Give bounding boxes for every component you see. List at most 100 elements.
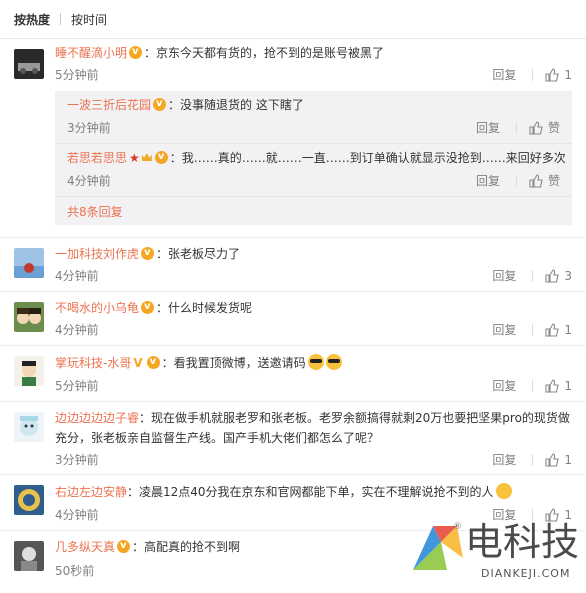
like-label: 赞	[547, 174, 560, 188]
sort-tabs: 按热度 按时间	[0, 0, 586, 39]
like-button[interactable]: 1	[545, 67, 572, 83]
reply-item: 一波三折后花园 ：没事随退货的 这下瞎了 3分钟前 回复 赞	[55, 91, 572, 144]
action-divider	[532, 270, 534, 282]
avatar[interactable]	[14, 541, 44, 571]
comment-actions: 回复 3	[492, 268, 572, 284]
tab-hot[interactable]: 按热度	[14, 11, 50, 28]
reply-button[interactable]: 回复	[492, 67, 516, 83]
thumbs-up-icon	[529, 120, 543, 135]
like-count: 1	[564, 379, 572, 393]
like-count: 1	[564, 68, 572, 82]
tab-time[interactable]: 按时间	[71, 11, 107, 28]
like-button[interactable]: 1	[545, 378, 572, 394]
sunglasses-emoji-icon	[325, 354, 342, 370]
comment-item: 边边边边边子睿：现在做手机就服老罗和张老板。老罗余额搞得就剩20万也要把坚果pr…	[0, 402, 586, 475]
comment-username[interactable]: 边边边边边子睿	[55, 411, 139, 425]
reply-text: ：我……真的……就……一直……到订单确认就显示没抢到……来回好多次	[169, 151, 566, 165]
like-label: 赞	[547, 121, 560, 135]
vip-badge-icon	[141, 245, 155, 261]
like-button[interactable]: 1	[545, 452, 572, 468]
comment-username[interactable]: 睡不醒滴小明	[55, 46, 127, 60]
avatar[interactable]	[14, 356, 44, 386]
vip-badge-icon	[141, 299, 155, 315]
comment-time: 50秒前	[55, 564, 95, 578]
comment-time: 3分钟前	[55, 453, 99, 467]
comment-username[interactable]: 几多纵天真	[55, 540, 115, 554]
comment-time: 5分钟前	[55, 379, 99, 393]
comment-text: ：什么时候发货呢	[156, 301, 253, 315]
action-divider	[515, 174, 517, 187]
crown-icon	[141, 153, 152, 161]
comment-text: ：高配真的抢不到啊	[132, 540, 241, 554]
reply-box: 一波三折后花园 ：没事随退货的 这下瞎了 3分钟前 回复 赞 若思若思思★ ：我………	[55, 91, 572, 225]
reply-line: 一波三折后花园 ：没事随退货的 这下瞎了	[67, 96, 572, 113]
comment-line: 不喝水的小乌龟 ：什么时候发货呢	[55, 299, 572, 316]
avatar[interactable]	[14, 248, 44, 278]
reply-line: 若思若思思★ ：我……真的……就……一直……到订单确认就显示没抢到……来回好多次	[67, 149, 572, 166]
like-button[interactable]: 1	[545, 322, 572, 338]
thumbs-up-icon	[545, 269, 560, 283]
comment-time: 4分钟前	[55, 508, 99, 522]
comment-line: 掌玩科技-水哥V ：看我置顶微博，送邀请码	[55, 354, 572, 371]
comment-text: ：凌晨12点40分我在京东和官网都能下单，实在不理解说抢不到的人	[127, 485, 494, 499]
reply-item: 若思若思思★：我……真的……就……一直……到订单确认就显示没抢到……来回好多次 …	[55, 144, 572, 197]
comment-actions: 回复 1	[492, 67, 572, 83]
reply-button[interactable]: 回复	[492, 378, 516, 394]
reply-username[interactable]: 若思若思思	[67, 151, 127, 165]
comment-text: ：张老板尽力了	[156, 247, 241, 261]
action-divider	[532, 454, 534, 466]
action-divider	[532, 69, 534, 81]
comment-username[interactable]: 一加科技刘作虎	[55, 247, 139, 261]
comment-time: 5分钟前	[55, 68, 99, 82]
vip-badge-icon	[129, 44, 143, 60]
reply-button[interactable]: 回复	[492, 452, 516, 468]
comment-username[interactable]: 不喝水的小乌龟	[55, 301, 139, 315]
thumbs-up-icon	[529, 173, 543, 188]
star-icon: ★	[129, 151, 140, 165]
avatar[interactable]	[14, 302, 44, 332]
vip-badge-icon	[154, 149, 168, 165]
comment-text-continued: 充分，张老板亲自监督生产线。国产手机大佬们都怎么了呢？	[55, 431, 380, 445]
reply-button[interactable]: 回复	[492, 322, 516, 338]
avatar[interactable]	[14, 412, 44, 442]
comment-item: 睡不醒滴小明 ：京东今天都有货的，抢不到的是账号被黑了 5分钟前 回复 1 一波三…	[0, 39, 586, 238]
action-divider	[532, 380, 534, 392]
reply-text: ：没事随退货的 这下瞎了	[168, 98, 304, 112]
like-count: 1	[564, 323, 572, 337]
watermark-cn-text: 电科技	[465, 520, 580, 564]
comment-text: ：京东今天都有货的，抢不到的是账号被黑了	[144, 46, 385, 60]
comment-item: 不喝水的小乌龟 ：什么时候发货呢 4分钟前 回复 1	[0, 292, 586, 346]
comment-actions: 回复 1	[492, 322, 572, 338]
comment-username[interactable]: 右边左边安静	[55, 485, 127, 499]
comment-line: 右边左边安静：凌晨12点40分我在京东和官网都能下单，实在不理解说抢不到的人	[55, 483, 572, 500]
reply-time: 3分钟前	[67, 121, 111, 135]
reply-button[interactable]: 回复	[492, 268, 516, 284]
like-button[interactable]: 3	[545, 268, 572, 284]
thumbs-up-icon	[545, 68, 560, 82]
sunglasses-emoji-icon	[307, 354, 324, 370]
laughing-emoji-icon	[495, 483, 512, 499]
avatar[interactable]	[14, 49, 44, 79]
reply-button[interactable]: 回复	[476, 172, 500, 189]
comment-line: 睡不醒滴小明 ：京东今天都有货的，抢不到的是账号被黑了	[55, 44, 572, 61]
reply-time: 4分钟前	[67, 174, 111, 188]
like-button[interactable]: 赞	[529, 172, 560, 189]
comment-text: ：现在做手机就服老罗和张老板。老罗余额搞得就剩20万也要把坚果pro的现货做	[139, 411, 570, 425]
vip-badge-icon	[146, 354, 160, 370]
more-replies-link[interactable]: 共8条回复	[67, 203, 123, 220]
comment-actions: 回复 1	[492, 452, 572, 468]
watermark-registered: ®	[453, 522, 462, 532]
reply-button[interactable]: 回复	[476, 119, 500, 136]
comment-time: 4分钟前	[55, 269, 99, 283]
watermark-en-text: DIANKEJI.COM	[481, 567, 571, 580]
comment-item: 掌玩科技-水哥V ：看我置顶微博，送邀请码 5分钟前 回复 1	[0, 346, 586, 402]
like-count: 3	[564, 269, 572, 283]
reply-actions: 回复 赞	[476, 119, 560, 136]
reply-actions: 回复 赞	[476, 172, 560, 189]
comment-username[interactable]: 掌玩科技-水哥	[55, 356, 131, 370]
thumbs-up-icon	[545, 379, 560, 393]
like-button[interactable]: 赞	[529, 119, 560, 136]
avatar[interactable]	[14, 485, 44, 515]
reply-username[interactable]: 一波三折后花园	[67, 98, 151, 112]
action-divider	[532, 324, 534, 336]
